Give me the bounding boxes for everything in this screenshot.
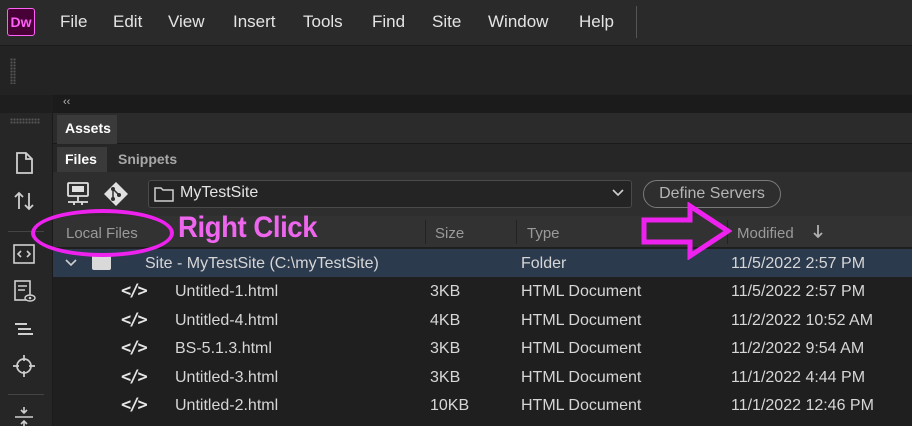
file-name: Untitled-3.html bbox=[175, 369, 279, 386]
file-modified: 11/2/2022 10:52 AM bbox=[731, 312, 874, 329]
html-file-icon: </> bbox=[121, 367, 148, 387]
menu-site[interactable]: Site bbox=[432, 12, 461, 32]
connect-remote-server-icon[interactable] bbox=[64, 180, 92, 208]
column-size[interactable]: Size bbox=[435, 225, 464, 242]
menu-divider bbox=[636, 6, 637, 38]
collapse-panels-icon[interactable]: ‹‹ bbox=[63, 96, 70, 108]
site-dropdown-value: MyTestSite bbox=[180, 184, 259, 201]
html-file-icon: </> bbox=[121, 395, 148, 415]
code-view-icon[interactable] bbox=[11, 241, 37, 267]
new-document-icon[interactable] bbox=[11, 150, 37, 176]
menu-insert[interactable]: Insert bbox=[233, 12, 276, 32]
file-modified: 11/5/2022 2:57 PM bbox=[731, 255, 866, 272]
file-size: 4KB bbox=[430, 312, 461, 329]
dreamweaver-logo: Dw bbox=[7, 8, 35, 36]
tab-files[interactable]: Files bbox=[57, 147, 107, 172]
toolbar bbox=[0, 45, 912, 95]
file-type: HTML Document bbox=[521, 369, 642, 386]
chevron-down-icon[interactable] bbox=[611, 186, 625, 200]
file-type: HTML Document bbox=[521, 283, 642, 300]
file-modified: 11/2/2022 9:54 AM bbox=[731, 340, 865, 357]
file-modified: 11/1/2022 12:46 PM bbox=[731, 397, 874, 414]
column-divider[interactable] bbox=[516, 220, 517, 244]
tool-strip-grip-handle[interactable] bbox=[10, 118, 40, 124]
tab-snippets[interactable]: Snippets bbox=[118, 151, 177, 167]
menu-window[interactable]: Window bbox=[488, 12, 548, 32]
file-size: 10KB bbox=[430, 397, 470, 414]
menu-view[interactable]: View bbox=[168, 12, 205, 32]
toolbar-grip-handle[interactable] bbox=[10, 58, 16, 84]
expand-collapse-icon[interactable] bbox=[11, 404, 37, 426]
folder-icon bbox=[154, 187, 174, 202]
file-type: HTML Document bbox=[521, 340, 642, 357]
html-file-icon: </> bbox=[121, 338, 148, 358]
file-size: 3KB bbox=[430, 283, 461, 300]
target-icon[interactable] bbox=[11, 353, 37, 379]
annotation-arrow-icon bbox=[641, 202, 732, 260]
git-icon[interactable] bbox=[102, 180, 130, 208]
tool-strip-divider bbox=[8, 394, 44, 395]
annotation-ellipse bbox=[31, 209, 174, 257]
menu-edit[interactable]: Edit bbox=[113, 12, 142, 32]
file-size: 3KB bbox=[430, 369, 461, 386]
live-preview-icon[interactable] bbox=[11, 278, 37, 304]
menu-tools[interactable]: Tools bbox=[303, 12, 343, 32]
file-type: HTML Document bbox=[521, 397, 642, 414]
files-tab-bar bbox=[53, 144, 912, 172]
column-divider[interactable] bbox=[425, 220, 426, 244]
html-file-icon: </> bbox=[121, 310, 148, 330]
html-file-icon: </> bbox=[121, 281, 148, 301]
annotation-text: Right Click bbox=[178, 211, 318, 244]
column-type[interactable]: Type bbox=[527, 225, 560, 242]
site-icon bbox=[92, 255, 111, 270]
file-modified: 11/1/2022 4:44 PM bbox=[731, 369, 866, 386]
menu-help[interactable]: Help bbox=[579, 12, 614, 32]
file-name: Untitled-4.html bbox=[175, 312, 279, 329]
file-modified: 11/5/2022 2:57 PM bbox=[731, 283, 866, 300]
file-name: Untitled-1.html bbox=[175, 283, 279, 300]
menu-file[interactable]: File bbox=[60, 12, 87, 32]
file-name: BS-5.1.3.html bbox=[175, 340, 272, 357]
panel-collapse-bar bbox=[53, 95, 912, 113]
assets-tab-bar bbox=[53, 113, 912, 144]
file-name: Site - MyTestSite (C:\myTestSite) bbox=[145, 255, 379, 272]
file-name: Untitled-2.html bbox=[175, 397, 279, 414]
menu-find[interactable]: Find bbox=[372, 12, 405, 32]
file-type: HTML Document bbox=[521, 312, 642, 329]
format-lines-icon[interactable] bbox=[11, 316, 37, 342]
file-transfer-icon[interactable] bbox=[11, 188, 37, 214]
file-size: 3KB bbox=[430, 340, 461, 357]
expand-chevron-icon[interactable] bbox=[64, 257, 78, 269]
column-modified[interactable]: Modified bbox=[737, 225, 794, 242]
sort-descending-icon[interactable] bbox=[811, 223, 825, 241]
file-type: Folder bbox=[521, 255, 567, 272]
tab-assets[interactable]: Assets bbox=[57, 115, 117, 144]
